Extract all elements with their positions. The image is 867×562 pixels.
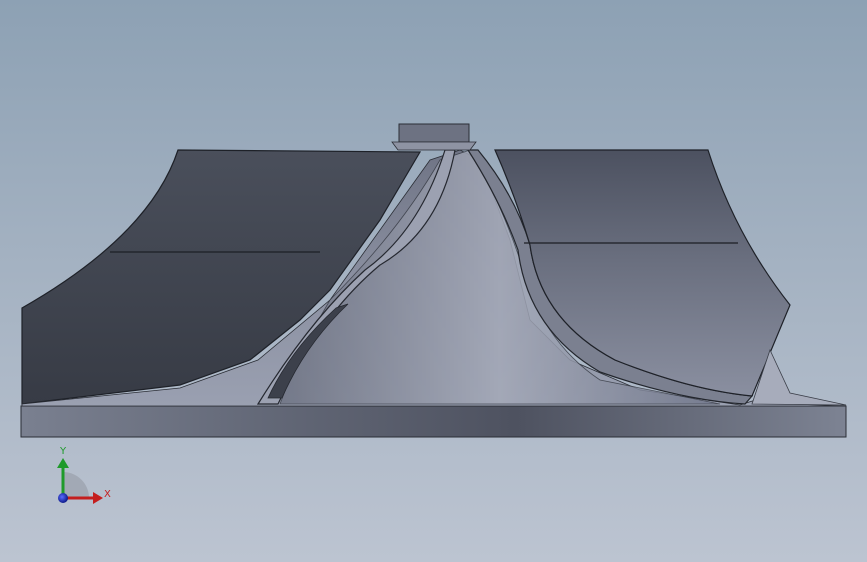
reference-triad: Y X	[57, 446, 111, 504]
triad-plane-indicator	[63, 472, 89, 498]
triad-x-label: X	[104, 489, 111, 500]
triad-x-arrowhead	[93, 492, 103, 504]
triad-z-axis	[58, 493, 68, 503]
triad-y-arrowhead	[57, 458, 69, 468]
shaft-boss	[398, 123, 470, 143]
triad-y-label: Y	[59, 446, 67, 457]
impeller-base-plate	[20, 405, 847, 438]
impeller-model[interactable]	[20, 123, 847, 438]
graphics-viewport[interactable]: Y X	[0, 0, 867, 562]
shaft-boss-collar	[391, 141, 477, 151]
